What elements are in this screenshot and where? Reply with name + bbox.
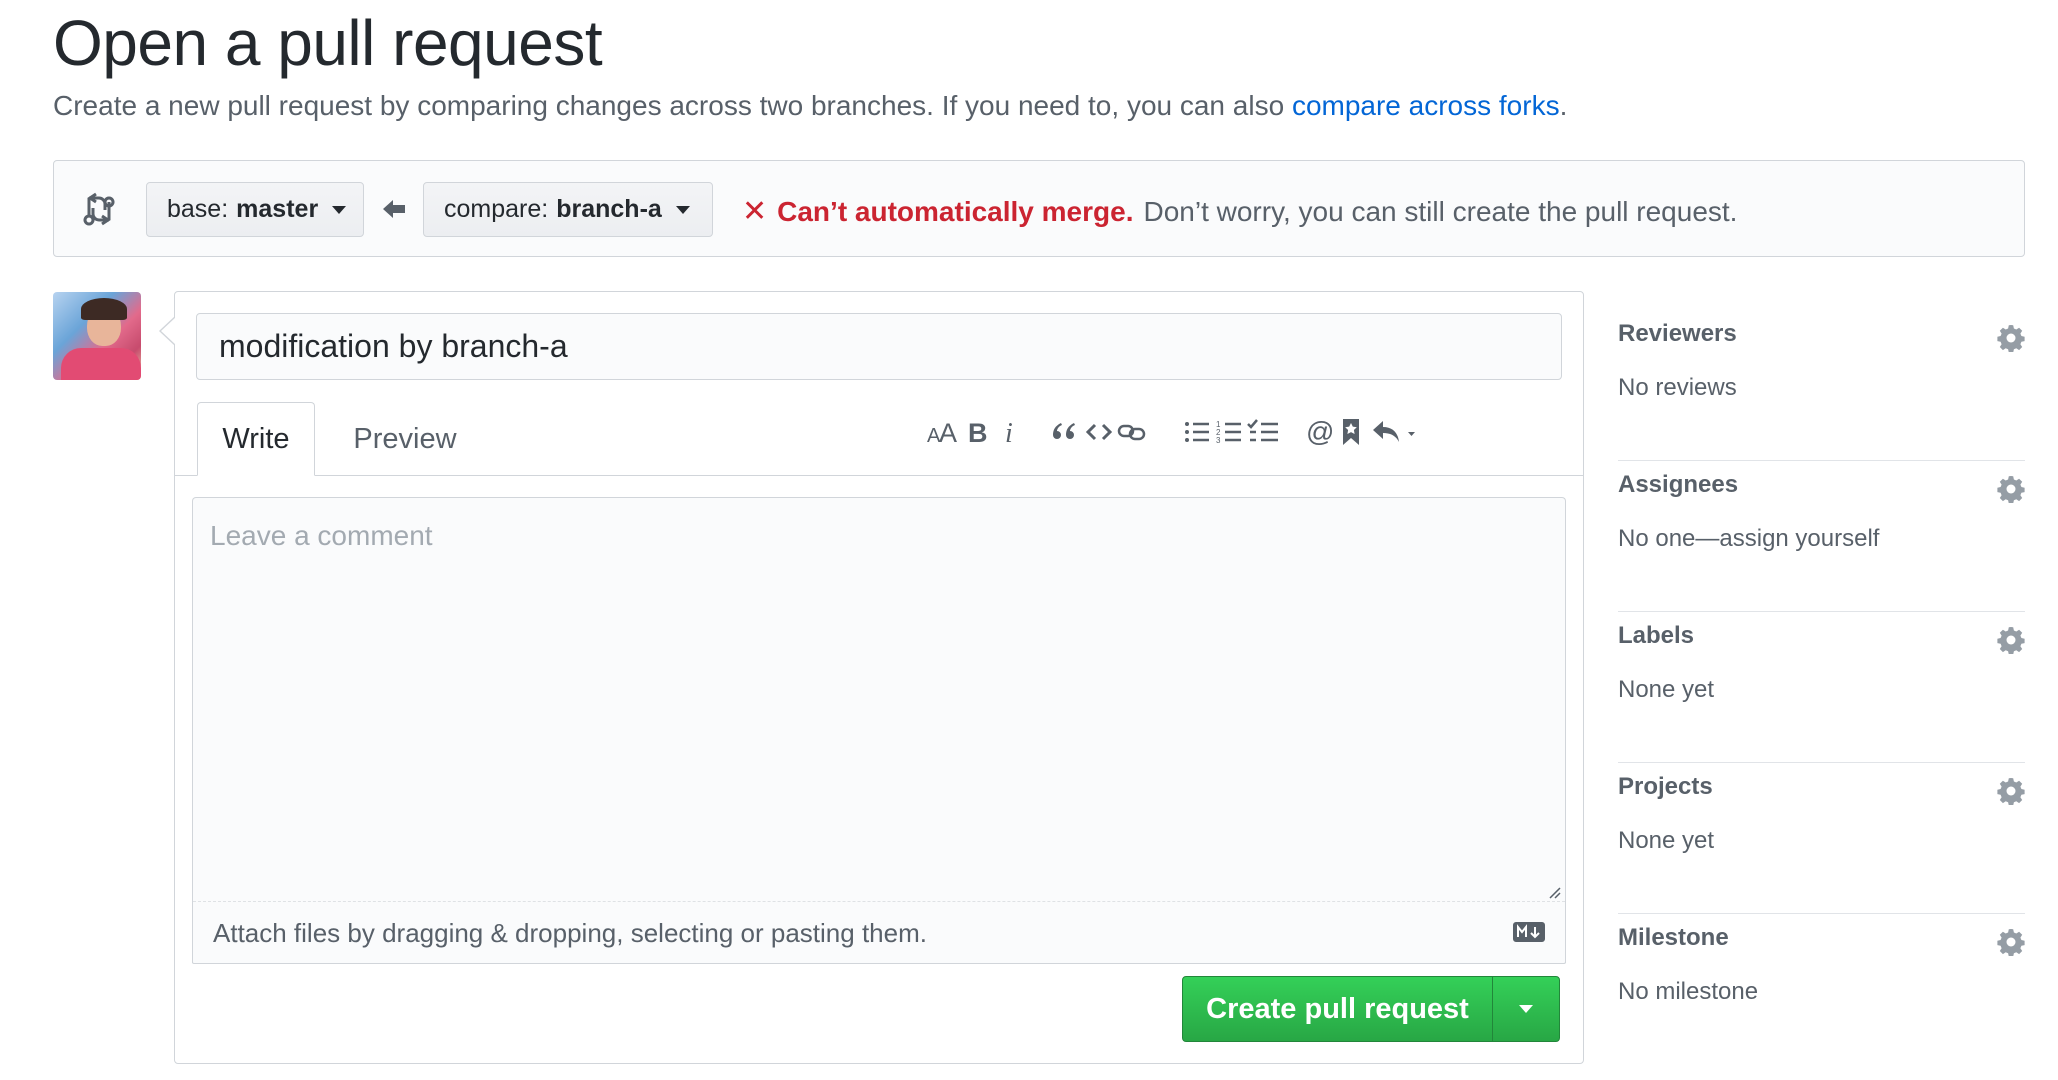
sidebar-milestone-value: No milestone — [1618, 978, 1759, 1005]
merge-hint-text: Don’t worry, you can still create the pu… — [1143, 195, 1738, 227]
compare-branch-name: branch-a — [556, 195, 662, 223]
sidebar-assignees: Assignees No one—assign yourself — [1618, 461, 2025, 612]
pr-title-input[interactable] — [196, 313, 1562, 380]
compare-branch-select[interactable]: compare: branch-a — [423, 182, 713, 237]
bulleted-list-icon[interactable] — [1183, 412, 1211, 452]
branch-range-bar: base: master compare: branch-a ✕ Can’t a… — [53, 160, 2025, 257]
base-branch-select[interactable]: base: master — [146, 182, 364, 237]
reply-icon[interactable] — [1371, 412, 1425, 452]
subtitle-suffix: . — [1559, 90, 1568, 121]
gear-icon[interactable] — [1997, 777, 2025, 805]
numbered-list-icon[interactable]: 123 — [1215, 412, 1243, 452]
create-pull-request-label: Create pull request — [1206, 992, 1469, 1025]
sidebar-projects: Projects None yet — [1618, 763, 2025, 914]
gear-icon[interactable] — [1997, 475, 2025, 503]
comment-box: Attach files by dragging & dropping, sel… — [192, 497, 1566, 963]
resize-handle-icon[interactable] — [1545, 883, 1561, 899]
pr-editor: Write Preview AA B i 123 @ — [159, 291, 1584, 1064]
sidebar-labels-value: None yet — [1618, 676, 1715, 703]
chevron-down-icon — [332, 205, 347, 214]
markdown-icon[interactable] — [1513, 922, 1545, 942]
page-subtitle: Create a new pull request by comparing c… — [53, 90, 1567, 122]
svg-text:A: A — [939, 418, 957, 446]
compare-across-forks-link[interactable]: compare across forks — [1292, 90, 1560, 121]
bold-icon[interactable]: B — [965, 412, 991, 452]
quote-icon[interactable] — [1049, 412, 1079, 452]
tab-preview[interactable]: Preview — [325, 402, 485, 476]
page-title: Open a pull request — [53, 7, 603, 79]
base-prefix: base: — [167, 195, 229, 223]
svg-text:3: 3 — [1216, 436, 1221, 445]
svg-text:@: @ — [1306, 419, 1332, 445]
reference-icon[interactable] — [1339, 412, 1363, 452]
svg-text:B: B — [968, 418, 988, 446]
discussion-sidebar: Reviewers No reviews Assignees No one—as… — [1618, 310, 2025, 1065]
chevron-down-icon — [675, 205, 690, 214]
comment-box-bottom — [192, 962, 1566, 964]
link-icon[interactable] — [1117, 412, 1147, 452]
sidebar-assignees-value[interactable]: No one—assign yourself — [1618, 525, 1879, 553]
base-branch-name: master — [236, 195, 319, 223]
code-icon[interactable] — [1085, 412, 1113, 452]
chevron-down-icon — [1519, 1005, 1533, 1013]
sidebar-labels: Labels None yet — [1618, 612, 2025, 763]
italic-icon[interactable]: i — [1001, 412, 1021, 452]
merge-error-text: Can’t automatically merge. — [777, 195, 1134, 227]
sidebar-reviewers: Reviewers No reviews — [1618, 310, 2025, 461]
sidebar-milestone: Milestone No milestone — [1618, 914, 2025, 1065]
sidebar-reviewers-value: No reviews — [1618, 374, 1737, 401]
gear-icon[interactable] — [1997, 324, 2025, 352]
file-attach-bar[interactable]: Attach files by dragging & dropping, sel… — [193, 901, 1565, 964]
gear-icon[interactable] — [1997, 626, 2025, 654]
header-icon[interactable]: AA — [927, 412, 961, 452]
mention-icon[interactable]: @ — [1305, 412, 1333, 452]
x-icon: ✕ — [742, 195, 768, 228]
subtitle-text: Create a new pull request by comparing c… — [53, 90, 1292, 121]
sidebar-projects-title[interactable]: Projects — [1618, 773, 1713, 801]
arrow-left-icon — [383, 200, 405, 218]
tab-write[interactable]: Write — [197, 402, 315, 476]
task-list-icon[interactable] — [1247, 412, 1279, 452]
compare-prefix: compare: — [444, 195, 549, 223]
create-options-dropdown[interactable] — [1492, 977, 1559, 1041]
sidebar-milestone-title[interactable]: Milestone — [1618, 924, 1729, 952]
git-compare-icon — [83, 192, 115, 226]
merge-status: ✕ Can’t automatically merge. Don’t worry… — [742, 194, 1737, 229]
svg-text:i: i — [1005, 418, 1013, 446]
avatar[interactable] — [53, 292, 141, 380]
sidebar-labels-title[interactable]: Labels — [1618, 622, 1694, 650]
create-pull-request-button[interactable]: Create pull request — [1182, 976, 1560, 1042]
attach-files-text: Attach files by dragging & dropping, sel… — [213, 917, 927, 948]
sidebar-assignees-title[interactable]: Assignees — [1618, 471, 1738, 499]
sidebar-projects-value: None yet — [1618, 827, 1715, 854]
comment-textarea[interactable] — [193, 498, 1565, 898]
sidebar-reviewers-title[interactable]: Reviewers — [1618, 320, 1737, 348]
gear-icon[interactable] — [1997, 928, 2025, 956]
